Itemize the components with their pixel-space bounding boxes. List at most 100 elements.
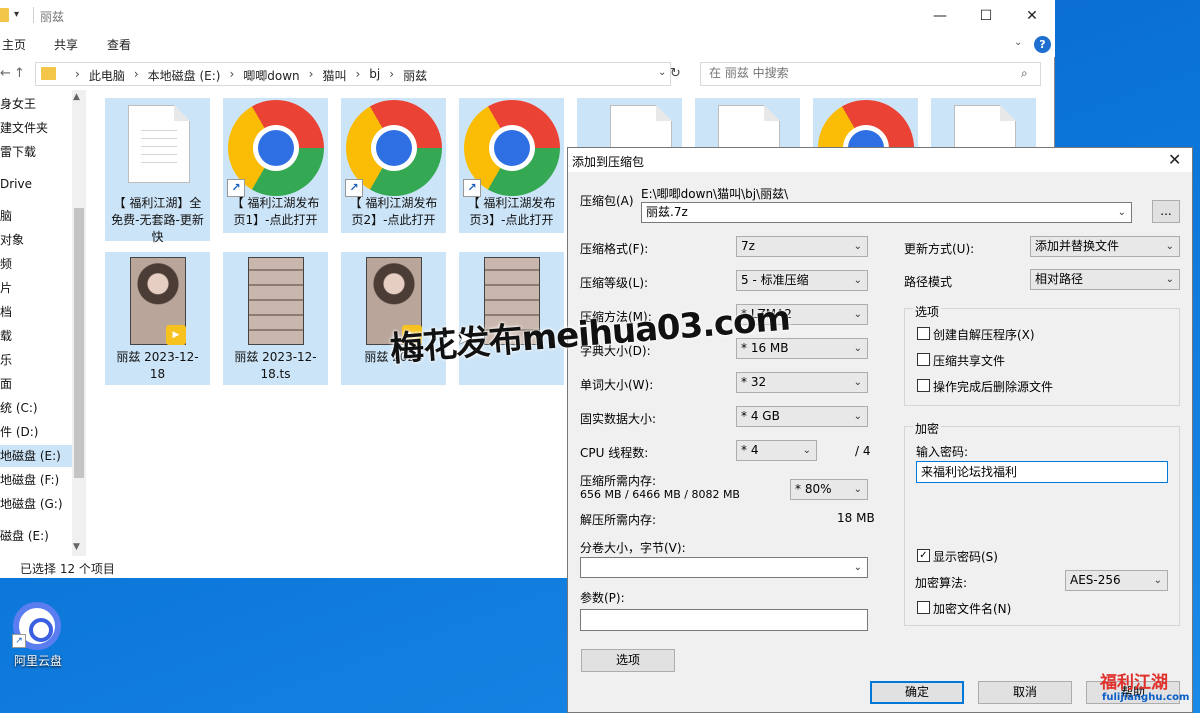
- file-item[interactable]: ↗ 【 福利江湖发布页3】-点此打开: [459, 98, 564, 233]
- level-label: 压缩等级(L):: [580, 276, 649, 290]
- nav-item[interactable]: 雷下载: [0, 141, 72, 163]
- file-item[interactable]: [813, 98, 918, 148]
- file-item[interactable]: ↗ 【 福利江湖发布页1】-点此打开: [223, 98, 328, 233]
- ok-button[interactable]: 确定: [870, 681, 964, 704]
- cpu-threads-select[interactable]: * 4 ⌄: [736, 440, 817, 461]
- folder-icon[interactable]: [0, 8, 9, 22]
- shared-files-checkbox[interactable]: [917, 353, 930, 366]
- nav-item[interactable]: 面: [0, 373, 72, 395]
- password-input[interactable]: 来福利论坛找福利: [916, 461, 1168, 483]
- tab-share[interactable]: 共享: [54, 36, 78, 53]
- nav-item[interactable]: 载: [0, 325, 72, 347]
- nav-item-selected[interactable]: 地磁盘 (E:): [0, 445, 72, 467]
- update-mode-select[interactable]: 添加并替换文件 ⌄: [1030, 236, 1180, 257]
- breadcrumb-item[interactable]: 唧唧down: [243, 67, 299, 84]
- close-icon[interactable]: ✕: [1168, 150, 1181, 169]
- chevron-down-icon[interactable]: ⌄: [1118, 203, 1126, 222]
- file-item[interactable]: 丽兹 2023-12-18.ts: [223, 252, 328, 385]
- search-input[interactable]: [709, 66, 1009, 80]
- nav-item[interactable]: 统 (C:): [0, 397, 72, 419]
- nav-item[interactable]: 地磁盘 (F:): [0, 469, 72, 491]
- cpu-threads-total: / 4: [855, 444, 871, 458]
- chevron-down-icon: ⌄: [853, 241, 862, 252]
- file-item[interactable]: [695, 98, 800, 149]
- word-size-select[interactable]: * 32 ⌄: [736, 372, 868, 393]
- nav-item[interactable]: 脑: [0, 205, 72, 227]
- search-icon[interactable]: ⌕: [1021, 66, 1028, 81]
- logo-text: 福利江湖: [1100, 673, 1168, 693]
- nav-item[interactable]: 乐: [0, 349, 72, 371]
- search-box[interactable]: ⌕: [700, 62, 1041, 86]
- file-item[interactable]: [931, 98, 1036, 149]
- refresh-icon[interactable]: ↻: [670, 66, 681, 81]
- scroll-up-icon[interactable]: ▲: [73, 92, 80, 102]
- nav-item[interactable]: 对象: [0, 229, 72, 251]
- chevron-down-icon: ⌄: [1153, 575, 1162, 586]
- breadcrumb-item[interactable]: 丽兹: [403, 67, 427, 84]
- level-select[interactable]: 5 - 标准压缩 ⌄: [736, 270, 868, 291]
- nav-item[interactable]: Drive: [0, 173, 72, 195]
- breadcrumb-item[interactable]: 猫叫: [322, 67, 346, 84]
- scrollbar[interactable]: ▲ ▼: [72, 90, 86, 556]
- file-item[interactable]: 【 福利江湖】全免费-无套路-更新快: [105, 98, 210, 244]
- options-button[interactable]: 选项: [581, 649, 675, 672]
- nav-item[interactable]: 身女王: [0, 93, 72, 115]
- file-item[interactable]: [577, 98, 682, 149]
- encrypt-filenames-checkbox[interactable]: [917, 601, 930, 614]
- chevron-down-icon[interactable]: ⌄: [854, 558, 862, 577]
- chevron-down-icon[interactable]: ⌄: [658, 67, 666, 78]
- sfx-checkbox[interactable]: [917, 327, 930, 340]
- maximize-button[interactable]: ☐: [963, 0, 1009, 31]
- cancel-button[interactable]: 取消: [978, 681, 1072, 704]
- breadcrumb-separator-icon: ›: [75, 67, 80, 81]
- file-name: 【 福利江湖发布页2】-点此打开: [349, 196, 438, 227]
- minimize-button[interactable]: —: [917, 0, 963, 31]
- breadcrumb-item[interactable]: bj: [369, 67, 380, 84]
- split-size-label: 分卷大小，字节(V):: [580, 541, 686, 555]
- nav-item[interactable]: 磁盘 (E:): [0, 525, 72, 547]
- nav-item[interactable]: 档: [0, 301, 72, 323]
- help-icon[interactable]: ?: [1034, 36, 1051, 53]
- format-select[interactable]: 7z ⌄: [736, 236, 868, 257]
- close-button[interactable]: ✕: [1009, 0, 1055, 31]
- file-item[interactable]: ↗ 【 福利江湖发布页2】-点此打开: [341, 98, 446, 233]
- desktop-shortcut[interactable]: ↗ 阿里云盘: [10, 600, 66, 670]
- params-input[interactable]: [580, 609, 868, 631]
- chevron-down-icon[interactable]: ⌄: [1014, 37, 1022, 48]
- address-bar[interactable]: › 此电脑 › 本地磁盘 (E:) › 唧唧down › 猫叫 › bj › 丽…: [35, 62, 671, 86]
- nav-item[interactable]: 件 (D:): [0, 421, 72, 443]
- memory-percent-select[interactable]: * 80% ⌄: [790, 479, 868, 500]
- delete-after-checkbox[interactable]: [917, 379, 930, 392]
- chevron-down-icon: ⌄: [853, 411, 862, 422]
- chevron-down-icon: ⌄: [1165, 241, 1174, 252]
- back-arrow-icon[interactable]: ←: [0, 66, 11, 81]
- shared-files-label: 压缩共享文件: [933, 354, 1006, 368]
- tab-view[interactable]: 查看: [107, 36, 131, 53]
- cpu-threads-label: CPU 线程数:: [580, 446, 649, 460]
- encryption-method-select[interactable]: AES-256 ⌄: [1065, 570, 1168, 591]
- options-group-title: 选项: [913, 303, 942, 320]
- file-item[interactable]: ▶ 丽兹 2023-12-18: [105, 252, 210, 385]
- up-arrow-icon[interactable]: ↑: [14, 66, 25, 81]
- show-password-checkbox[interactable]: ✓: [917, 549, 930, 562]
- encryption-method-label: 加密算法:: [915, 576, 968, 590]
- archive-name-combo[interactable]: 丽兹.7z ⌄: [641, 202, 1132, 223]
- tab-home[interactable]: 主页: [2, 36, 26, 53]
- nav-item[interactable]: 建文件夹: [0, 117, 72, 139]
- nav-item[interactable]: 地磁盘 (G:): [0, 493, 72, 515]
- path-mode-select[interactable]: 相对路径 ⌄: [1030, 269, 1180, 290]
- delete-after-label: 操作完成后删除源文件: [933, 380, 1054, 394]
- browse-button[interactable]: ...: [1152, 200, 1180, 223]
- breadcrumb-item[interactable]: 此电脑: [89, 67, 125, 84]
- scrollbar-thumb[interactable]: [74, 208, 84, 478]
- nav-item[interactable]: 频: [0, 253, 72, 275]
- nav-item[interactable]: 片: [0, 277, 72, 299]
- breadcrumb-item[interactable]: 本地磁盘 (E:): [148, 67, 221, 84]
- split-size-combo[interactable]: ⌄: [580, 557, 868, 578]
- scroll-down-icon[interactable]: ▼: [73, 542, 80, 552]
- breadcrumb-separator-icon: ›: [229, 67, 235, 81]
- update-mode-label: 更新方式(U):: [904, 242, 975, 256]
- format-label: 压缩格式(F):: [580, 242, 649, 256]
- solid-size-select[interactable]: * 4 GB ⌄: [736, 406, 868, 427]
- quick-access-dropdown-icon[interactable]: ▾: [14, 9, 19, 20]
